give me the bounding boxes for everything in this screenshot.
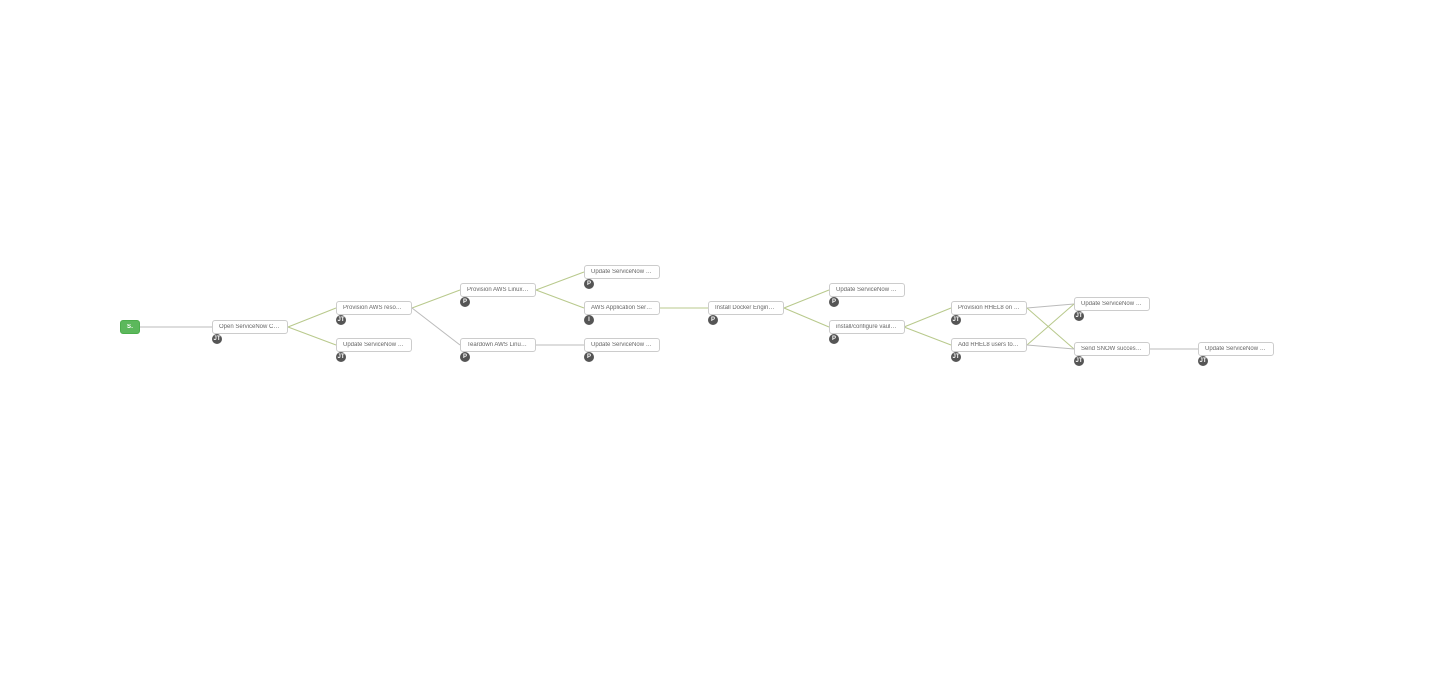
node-label: Update ServiceNow Change Re... — [836, 287, 898, 293]
node-add-rhel8-users[interactable]: Add RHEL8 users to AWS Inst... — [951, 338, 1027, 352]
node-badge: JT — [951, 352, 961, 362]
start-node-label: START — [127, 324, 133, 330]
node-badge: JT — [212, 334, 222, 344]
node-badge: P — [829, 297, 839, 307]
node-label: Update ServiceNow Change Re... — [591, 342, 653, 348]
node-label: Provision AWS resources — [343, 305, 405, 311]
node-label: Update ServiceNow Change Re... — [343, 342, 405, 348]
node-update-snow-change-4[interactable]: Update ServiceNow Change Re... — [829, 283, 905, 297]
node-label: Update ServiceNow Change Re... — [591, 269, 653, 275]
node-badge: JT — [1198, 356, 1208, 366]
node-badge: JT — [1074, 311, 1084, 321]
node-provision-aws-linux-instances[interactable]: Provision AWS Linux Instanc... — [460, 283, 536, 297]
node-badge: P — [460, 352, 470, 362]
node-badge: P — [708, 315, 718, 325]
node-badge: JT — [951, 315, 961, 325]
node-badge: P — [584, 279, 594, 289]
node-badge: I — [584, 315, 594, 325]
node-badge: JT — [1074, 356, 1084, 366]
node-update-snow-change-3[interactable]: Update ServiceNow Change Re... — [584, 338, 660, 352]
node-install-docker-engine[interactable]: Install Docker Engine on Li... — [708, 301, 784, 315]
node-provision-aws-resources[interactable]: Provision AWS resources — [336, 301, 412, 315]
node-update-snow-change-6[interactable]: Update ServiceNow Change Re... — [1198, 342, 1274, 356]
node-open-servicenow-change-request[interactable]: Open ServiceNow Change Requ... — [212, 320, 288, 334]
node-label: Install Docker Engine on Li... — [715, 305, 777, 311]
node-label: Update ServiceNow Change Re... — [1081, 301, 1143, 307]
node-label: Add RHEL8 users to AWS Inst... — [958, 342, 1020, 348]
node-label: AWS Application Servers — [591, 305, 653, 311]
node-badge: P — [460, 297, 470, 307]
node-badge: P — [829, 334, 839, 344]
node-aws-application-servers[interactable]: AWS Application Servers — [584, 301, 660, 315]
start-node[interactable]: START — [120, 320, 140, 334]
node-provision-rhel8[interactable]: Provision RHEL8 on Linux In... — [951, 301, 1027, 315]
node-label: Provision RHEL8 on Linux In... — [958, 305, 1020, 311]
workflow-canvas[interactable]: START Open ServiceNow Change Requ... JT … — [0, 0, 1454, 694]
node-update-snow-change-2[interactable]: Update ServiceNow Change Re... — [584, 265, 660, 279]
node-install-configure-vault[interactable]: install/configure vault on ... — [829, 320, 905, 334]
node-send-snow-success-email[interactable]: Send SNOW success email — [1074, 342, 1150, 356]
node-badge: JT — [336, 315, 346, 325]
node-badge: P — [584, 352, 594, 362]
node-update-snow-change-1[interactable]: Update ServiceNow Change Re... — [336, 338, 412, 352]
node-label: Open ServiceNow Change Requ... — [219, 324, 281, 330]
node-label: Update ServiceNow Change Re... — [1205, 346, 1267, 352]
node-label: Teardown AWS Linux Resource... — [467, 342, 529, 348]
node-teardown-aws-linux-resources[interactable]: Teardown AWS Linux Resource... — [460, 338, 536, 352]
node-label: Provision AWS Linux Instanc... — [467, 287, 529, 293]
node-label: Send SNOW success email — [1081, 346, 1143, 352]
node-badge: JT — [336, 352, 346, 362]
node-label: install/configure vault on ... — [836, 324, 898, 330]
node-update-snow-change-5[interactable]: Update ServiceNow Change Re... — [1074, 297, 1150, 311]
